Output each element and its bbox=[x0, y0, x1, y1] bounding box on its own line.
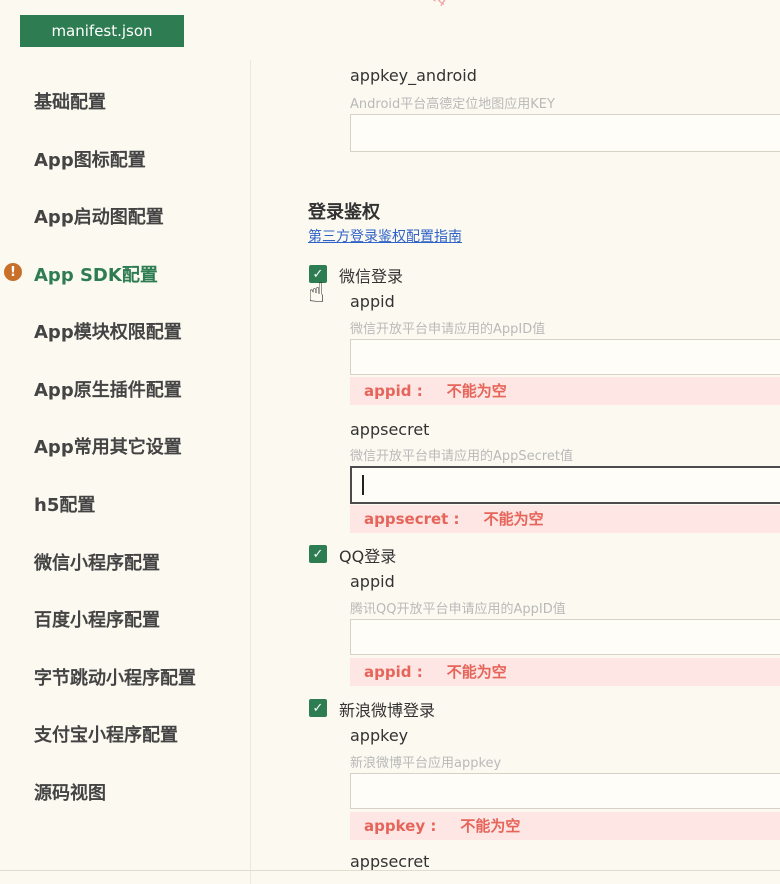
qq-appid-label: appid bbox=[350, 572, 395, 591]
error-field-name: appkey : bbox=[364, 817, 437, 835]
wechat-appid-hint: 微信开放平台申请应用的AppID值 bbox=[350, 322, 546, 337]
wechat-appsecret-error: appsecret : 不能为空 bbox=[350, 505, 780, 533]
check-icon: ✓ bbox=[312, 700, 324, 716]
check-icon: ✓ bbox=[312, 546, 324, 562]
qq-appid-input[interactable] bbox=[350, 619, 780, 655]
appkey-android-label: appkey_android bbox=[350, 66, 477, 85]
wechat-appid-label: appid bbox=[350, 292, 395, 311]
sidebar-item-app-other[interactable]: App常用其它设置 bbox=[34, 433, 182, 459]
sidebar-item-app-modules[interactable]: App模块权限配置 bbox=[34, 318, 182, 344]
text-caret bbox=[362, 475, 364, 495]
error-field-name: appid : bbox=[364, 663, 423, 681]
error-message: 不能为空 bbox=[483, 510, 544, 528]
sidebar-item-h5[interactable]: h5配置 bbox=[34, 491, 95, 517]
appkey-android-hint: Android平台高德定位地图应用KEY bbox=[350, 97, 555, 112]
qq-login-label: QQ登录 bbox=[339, 547, 397, 566]
error-field-name: appid : bbox=[364, 382, 423, 400]
sdk-settings-panel: appkey_android Android平台高德定位地图应用KEY 登录鉴权… bbox=[252, 0, 780, 884]
hand-cursor-icon: ☝ bbox=[308, 276, 326, 309]
appkey-android-input[interactable] bbox=[350, 114, 780, 152]
wechat-appid-input[interactable] bbox=[350, 339, 780, 375]
wechat-appsecret-label: appsecret bbox=[350, 420, 430, 439]
wechat-appid-error: appid : 不能为空 bbox=[350, 377, 780, 405]
qq-appid-error: appid : 不能为空 bbox=[350, 658, 780, 686]
bottom-divider bbox=[0, 870, 780, 871]
wechat-appsecret-input[interactable] bbox=[350, 466, 780, 504]
sidebar-item-baidu-mp[interactable]: 百度小程序配置 bbox=[34, 606, 160, 632]
file-tab-manifest[interactable]: manifest.json bbox=[20, 15, 184, 47]
wechat-appsecret-hint: 微信开放平台申请应用的AppSecret值 bbox=[350, 449, 573, 464]
sidebar-item-toutiao-mp[interactable]: 字节跳动小程序配置 bbox=[34, 664, 196, 690]
login-guide-link[interactable]: 第三方登录鉴权配置指南 bbox=[308, 226, 462, 246]
sidebar-item-basic[interactable]: 基础配置 bbox=[34, 88, 106, 114]
qq-appid-hint: 腾讯QQ开放平台申请应用的AppID值 bbox=[350, 602, 566, 617]
weibo-appkey-label: appkey bbox=[350, 726, 409, 745]
weibo-appkey-input[interactable] bbox=[350, 773, 780, 809]
settings-sidebar: 基础配置 App图标配置 App启动图配置 ! App SDK配置 App模块权… bbox=[0, 60, 251, 884]
weibo-appsecret-label: appsecret bbox=[350, 852, 430, 871]
sidebar-item-app-sdk[interactable]: App SDK配置 bbox=[34, 261, 158, 287]
sidebar-item-alipay-mp[interactable]: 支付宝小程序配置 bbox=[34, 721, 178, 747]
error-message: 不能为空 bbox=[460, 817, 521, 835]
qq-login-checkbox[interactable]: ✓ bbox=[309, 545, 327, 563]
error-message: 不能为空 bbox=[446, 663, 507, 681]
sidebar-item-source-view[interactable]: 源码视图 bbox=[34, 779, 106, 805]
weibo-appkey-hint: 新浪微博平台应用appkey bbox=[350, 756, 502, 771]
wechat-login-label: 微信登录 bbox=[339, 267, 404, 286]
error-message: 不能为空 bbox=[446, 382, 507, 400]
weibo-login-label: 新浪微博登录 bbox=[339, 701, 436, 720]
sidebar-item-app-splash[interactable]: App启动图配置 bbox=[34, 203, 164, 229]
sidebar-item-weixin-mp[interactable]: 微信小程序配置 bbox=[34, 549, 160, 575]
weibo-appkey-error: appkey : 不能为空 bbox=[350, 812, 780, 840]
exclamation-icon: ! bbox=[4, 263, 22, 281]
login-auth-title: 登录鉴权 bbox=[308, 202, 380, 223]
weibo-login-checkbox[interactable]: ✓ bbox=[309, 699, 327, 717]
sidebar-item-app-icon[interactable]: App图标配置 bbox=[34, 146, 146, 172]
error-field-name: appsecret : bbox=[364, 510, 460, 528]
sidebar-item-app-plugins[interactable]: App原生插件配置 bbox=[34, 376, 182, 402]
